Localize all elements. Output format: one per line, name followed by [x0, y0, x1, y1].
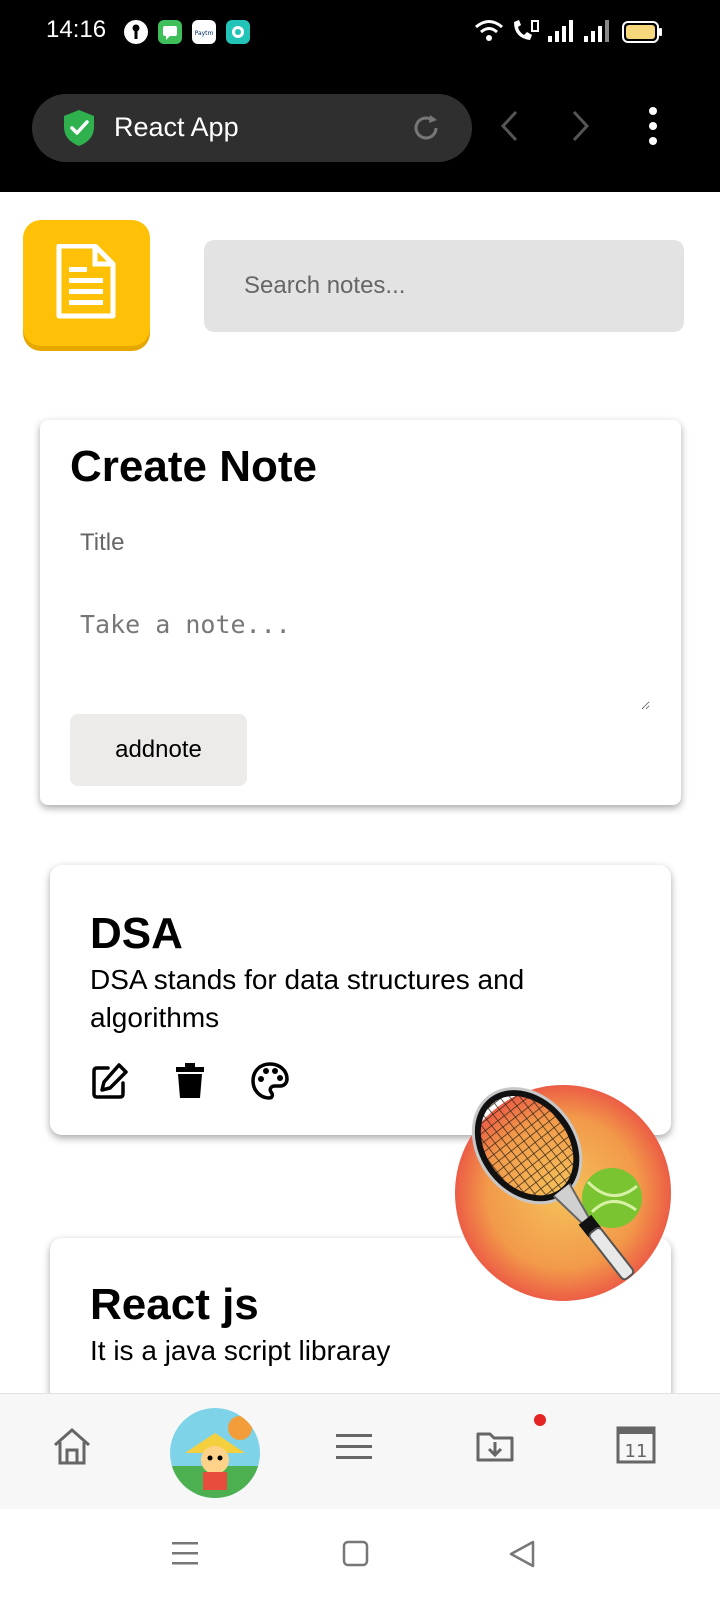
system-navigation-bar	[0, 1509, 720, 1600]
home-square-icon[interactable]	[342, 1539, 370, 1573]
phone-screen: 14:16 Paytm React App Search notes... Cr…	[0, 0, 720, 1600]
chevron-right-icon[interactable]	[570, 108, 592, 148]
search-input[interactable]	[204, 240, 684, 332]
create-note-heading: Create Note	[70, 442, 317, 491]
edit-icon[interactable]	[90, 1061, 130, 1101]
note-body: DSA stands for data structures and algor…	[90, 964, 525, 1033]
calendar-icon[interactable]: 11	[616, 1424, 656, 1468]
addnote-button[interactable]: addnote	[70, 714, 247, 786]
svg-text:11: 11	[625, 1441, 648, 1462]
game-avatar-icon[interactable]	[170, 1408, 260, 1498]
back-triangle-icon[interactable]	[508, 1539, 536, 1573]
note-actions	[90, 1061, 290, 1101]
download-folder-icon[interactable]	[476, 1428, 514, 1466]
browser-toolbar: React App	[0, 64, 720, 192]
hamburger-menu-icon[interactable]	[336, 1432, 372, 1466]
home-icon[interactable]	[52, 1426, 92, 1470]
wifi-icon	[474, 18, 504, 48]
messages-icon	[158, 20, 182, 44]
shield-check-icon	[62, 109, 96, 151]
document-icon	[55, 243, 117, 324]
notification-dot	[534, 1414, 546, 1426]
chevron-left-icon[interactable]	[498, 108, 520, 148]
status-bar: 14:16 Paytm	[0, 0, 720, 64]
camera-app-icon	[226, 20, 250, 44]
reload-icon[interactable]	[410, 112, 442, 148]
paytm-icon: Paytm	[192, 20, 216, 44]
more-vert-icon[interactable]	[648, 106, 658, 150]
tab-title: React App	[114, 112, 239, 142]
signal-icon	[584, 18, 612, 48]
floating-game-badge[interactable]	[452, 1082, 674, 1304]
status-time: 14:16	[46, 16, 107, 43]
volte-call-icon	[510, 18, 540, 48]
note-textarea[interactable]	[80, 610, 650, 710]
key-icon	[124, 20, 148, 44]
battery-icon	[622, 20, 664, 48]
browser-bottom-nav: 11	[0, 1393, 720, 1509]
trash-icon[interactable]	[170, 1061, 210, 1101]
address-bar[interactable]: React App	[32, 94, 472, 162]
note-title: React js	[90, 1280, 259, 1329]
create-note-card: Create Note addnote	[40, 420, 681, 805]
note-title: DSA	[90, 909, 183, 958]
recents-icon[interactable]	[172, 1539, 200, 1573]
app-logo	[23, 220, 150, 346]
title-input[interactable]	[80, 520, 640, 566]
note-body: It is a java script libraray	[90, 1335, 391, 1366]
tennis-racket-icon	[455, 1085, 671, 1301]
palette-icon[interactable]	[250, 1061, 290, 1101]
svg-text:Paytm: Paytm	[195, 30, 214, 37]
signal-icon	[548, 18, 576, 48]
